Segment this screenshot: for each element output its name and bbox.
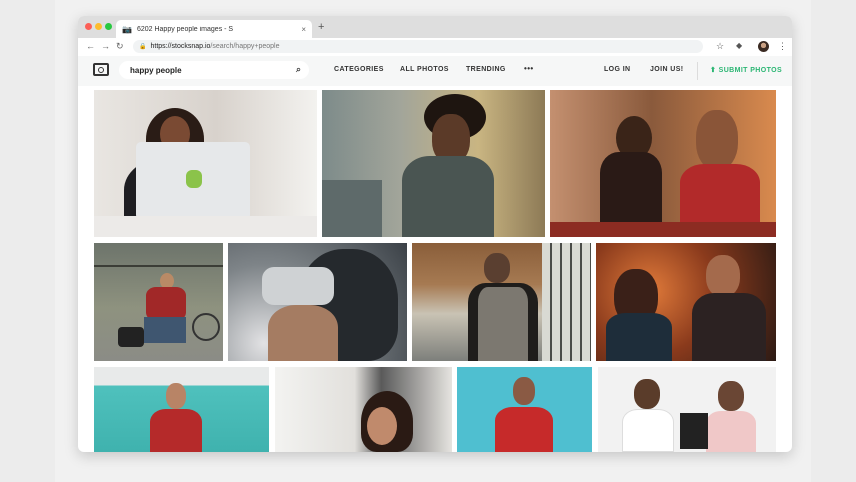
photo-subject [692,293,766,361]
man-cheering-photo[interactable] [457,367,592,452]
nav-join[interactable]: JOIN US! [650,66,684,73]
upload-icon: ⬆ [710,67,717,74]
photo-grid [94,90,776,452]
title-bar: 📷 6202 Happy people images - S × + [78,16,792,38]
extension-icon[interactable]: ◆ [736,41,742,50]
man-bicycle-photo[interactable] [94,243,223,361]
photo-subject [696,110,738,170]
shopping-bag-icon [680,413,708,449]
photo-subject [718,381,744,411]
submit-photos-button[interactable]: ⬆ SUBMIT PHOTOS [710,66,782,74]
photo-subject [550,222,776,237]
forward-icon[interactable]: → [101,41,110,51]
woman-smiling-photo[interactable] [275,367,452,452]
photo-subject [513,377,535,405]
photo-subject [166,383,186,409]
photo-subject [94,216,317,237]
photo-subject [622,409,674,452]
man-thumbs-up-photo[interactable] [94,367,269,452]
browser-window: 📷 6202 Happy people images - S × + ← → ↻… [78,16,792,452]
bicycle-wheel-icon [192,313,220,341]
back-icon[interactable]: ← [86,41,95,51]
tab-title: 6202 Happy people images - S [136,25,234,33]
photo-subject [94,265,223,267]
nav-more-icon[interactable]: ••• [524,64,534,73]
photo-subject [542,243,591,361]
lock-icon: 🔒 [139,44,147,50]
search-input[interactable]: happy people ⌕ [119,61,309,79]
nav-login[interactable]: LOG IN [604,66,631,73]
bookmark-star-icon[interactable]: ☆ [716,41,724,52]
couple-shopping-photo[interactable] [598,367,776,452]
android-sticker-icon [186,170,202,188]
photo-subject [484,253,510,283]
photo-subject [495,407,553,452]
photo-subject [634,379,660,409]
couple-restaurant-photo[interactable] [596,243,776,361]
new-tab-button[interactable]: + [318,21,324,33]
nav-all-photos[interactable]: ALL PHOTOS [400,66,449,73]
photo-subject [150,409,202,452]
man-scarf-photo[interactable] [322,90,545,237]
camera-icon: 📷 [122,24,132,34]
url-path: /search/happy+people [210,43,280,50]
woman-laptop-photo[interactable] [94,90,317,237]
photo-subject [706,411,756,452]
search-icon[interactable]: ⌕ [296,64,301,75]
couple-dinner-photo[interactable] [550,90,776,237]
photo-subject [268,305,338,361]
url-host: https://stocksnap.io [150,43,211,50]
photo-subject [478,287,528,361]
stocksnap-logo-icon[interactable] [93,63,109,76]
browser-tab[interactable]: 📷 6202 Happy people images - S × [116,20,312,38]
reload-icon[interactable]: ↻ [116,41,124,52]
minimize-window-button[interactable] [95,23,102,30]
address-bar: ← → ↻ 🔒 https://stocksnap.io/search/happ… [78,38,792,57]
man-phone-photo[interactable] [412,243,591,361]
close-window-button[interactable] [85,23,92,30]
photo-subject [680,164,760,226]
photo-subject [706,255,740,297]
photo-subject [402,156,494,237]
photo-subject [144,317,186,343]
vr-headset-photo[interactable] [228,243,407,361]
profile-avatar[interactable] [758,41,769,52]
site-header: happy people ⌕ CATEGORIES ALL PHOTOS TRE… [78,56,792,86]
photo-subject [322,180,382,237]
search-value: happy people [130,65,182,75]
vr-headset-icon [262,267,334,305]
photo-subject [600,152,662,222]
maximize-window-button[interactable] [105,23,112,30]
nav-divider [697,62,698,80]
tab-close-icon[interactable]: × [301,25,306,34]
nav-categories[interactable]: CATEGORIES [334,66,384,73]
photo-subject [118,327,144,347]
photo-subject [367,407,397,445]
browser-menu-icon[interactable]: ⋮ [778,41,787,52]
nav-trending[interactable]: TRENDING [466,66,506,73]
url-field[interactable]: 🔒 https://stocksnap.io/search/happy+peop… [133,40,703,53]
photo-subject [146,287,186,321]
submit-photos-label: SUBMIT PHOTOS [718,67,783,74]
photo-subject [606,313,672,361]
